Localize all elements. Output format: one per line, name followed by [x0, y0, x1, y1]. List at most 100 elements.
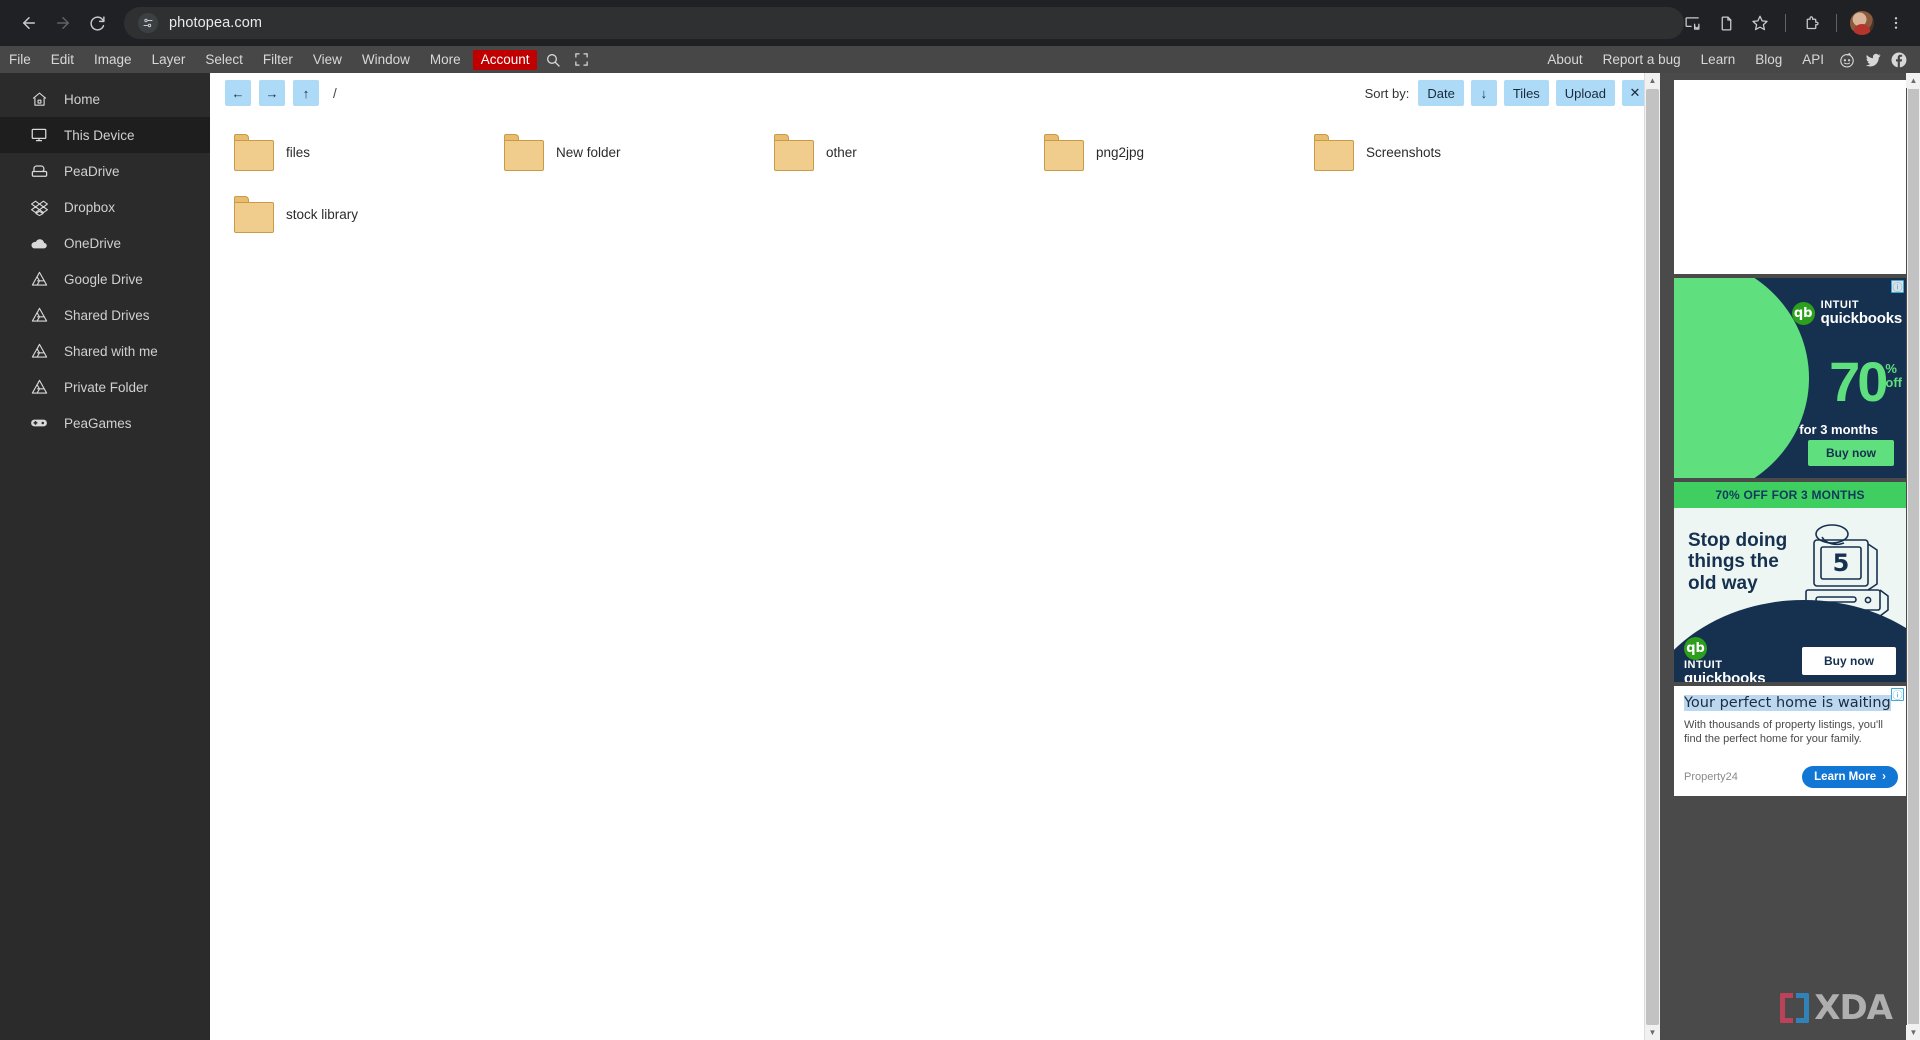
- scrollbar-thumb[interactable]: [1908, 89, 1919, 1024]
- sidebar-item-peadrive[interactable]: PeaDrive: [0, 153, 210, 189]
- link-report-a-bug[interactable]: Report a bug: [1593, 46, 1691, 73]
- sidebar-item-private-folder[interactable]: Private Folder: [0, 369, 210, 405]
- folder-name: Screenshots: [1366, 144, 1442, 160]
- blank-ad-placeholder: [1674, 80, 1906, 274]
- scroll-up-icon[interactable]: ▲: [1644, 73, 1661, 88]
- menu-edit[interactable]: Edit: [41, 46, 84, 73]
- menu-view[interactable]: View: [303, 46, 352, 73]
- forward-button[interactable]: →: [259, 80, 285, 106]
- ad-footer: qb INTUIT quickbooks Buy now: [1674, 636, 1906, 682]
- upload-button[interactable]: Upload: [1555, 80, 1615, 106]
- search-icon[interactable]: [539, 46, 567, 73]
- address-bar-url: photopea.com: [169, 15, 263, 31]
- file-browser-panel: ← → ↑ / Sort by: Date ↓ Tiles Upload ✕ f…: [210, 73, 1661, 1040]
- photopea-menubar-right: About Report a bug Learn Blog API: [1538, 46, 1912, 73]
- quickbooks-discount-ad[interactable]: qb INTUIT quickbooks 70 % off for 3 mont…: [1674, 278, 1906, 478]
- reload-icon[interactable]: [80, 6, 114, 40]
- back-arrow-icon[interactable]: [12, 6, 46, 40]
- scroll-down-icon[interactable]: ▼: [1905, 1025, 1920, 1040]
- discount-duration: for 3 months: [1799, 422, 1878, 437]
- menu-filter[interactable]: Filter: [253, 46, 303, 73]
- tune-icon[interactable]: [138, 13, 158, 33]
- sidebar-item-peagames[interactable]: PeaGames: [0, 405, 210, 441]
- ad-slot-quickbooks-oldway[interactable]: 70% OFF FOR 3 MONTHS Stop doing things t…: [1674, 482, 1906, 682]
- ad-rail-scrollbar[interactable]: ▲ ▼: [1905, 73, 1920, 1040]
- google-drive-icon: [28, 376, 50, 398]
- menu-file[interactable]: File: [0, 46, 41, 73]
- breadcrumb: /: [333, 85, 337, 101]
- ad-info-icon[interactable]: ⓘ: [1891, 280, 1904, 294]
- scrollbar-thumb[interactable]: [1646, 89, 1659, 1025]
- sidebar-item-label: PeaGames: [64, 415, 132, 431]
- photopea-menubar: File Edit Image Layer Select Filter View…: [0, 46, 1920, 73]
- scroll-down-icon[interactable]: ▼: [1644, 1025, 1661, 1040]
- folder-item[interactable]: stock library: [224, 183, 494, 245]
- extensions-puzzle-icon[interactable]: [1795, 7, 1827, 39]
- facebook-icon[interactable]: [1886, 46, 1912, 73]
- link-about[interactable]: About: [1538, 46, 1592, 73]
- link-learn[interactable]: Learn: [1691, 46, 1746, 73]
- ad-slot-blank: [1674, 76, 1906, 274]
- property24-ad[interactable]: Your perfect home is waiting With thousa…: [1674, 686, 1906, 796]
- account-button[interactable]: Account: [472, 49, 538, 70]
- buy-now-button[interactable]: Buy now: [1808, 440, 1894, 466]
- link-blog[interactable]: Blog: [1745, 46, 1792, 73]
- xda-wordmark: XDA: [1814, 988, 1893, 1028]
- sidebar-item-label: Home: [64, 91, 101, 107]
- sidebar-item-label: OneDrive: [64, 235, 122, 251]
- ad-slot-property24[interactable]: ⓘ Your perfect home is waiting With thou…: [1674, 686, 1906, 796]
- menu-layer[interactable]: Layer: [142, 46, 196, 73]
- bookmark-star-icon[interactable]: [1744, 7, 1776, 39]
- reddit-icon[interactable]: [1834, 46, 1860, 73]
- ad-brand: Property24: [1684, 771, 1738, 783]
- folder-item[interactable]: New folder: [494, 121, 764, 183]
- sidebar-item-shared-drives[interactable]: Shared Drives: [0, 297, 210, 333]
- folder-item[interactable]: other: [764, 121, 1034, 183]
- google-drive-icon: [28, 268, 50, 290]
- fullscreen-icon[interactable]: [567, 46, 595, 73]
- new-document-icon[interactable]: [1710, 7, 1742, 39]
- folder-item[interactable]: files: [224, 121, 494, 183]
- up-button[interactable]: ↑: [293, 80, 319, 106]
- sidebar-item-home[interactable]: Home: [0, 81, 210, 117]
- menu-window[interactable]: Window: [352, 46, 420, 73]
- file-sources-sidebar: Home This Device PeaDrive Dropbox OneDri…: [0, 73, 210, 1040]
- buy-now-button[interactable]: Buy now: [1802, 647, 1896, 675]
- sidebar-item-onedrive[interactable]: OneDrive: [0, 225, 210, 261]
- quickbooks-oldway-ad[interactable]: 70% OFF FOR 3 MONTHS Stop doing things t…: [1674, 482, 1906, 682]
- folder-item[interactable]: png2jpg: [1034, 121, 1304, 183]
- menu-image[interactable]: Image: [84, 46, 142, 73]
- avatar[interactable]: [1846, 7, 1878, 39]
- file-browser-scrollbar[interactable]: ▲ ▼: [1644, 73, 1661, 1040]
- menu-select[interactable]: Select: [195, 46, 253, 73]
- back-button[interactable]: ←: [225, 80, 251, 106]
- twitter-icon[interactable]: [1860, 46, 1886, 73]
- ad-slot-quickbooks-discount[interactable]: ⓘ qb INTUIT quickbooks 70 % off for 3 mo…: [1674, 278, 1906, 478]
- sidebar-item-label: This Device: [64, 127, 135, 143]
- scroll-up-icon[interactable]: ▲: [1905, 73, 1920, 88]
- google-drive-icon: [28, 304, 50, 326]
- link-api[interactable]: API: [1792, 46, 1834, 73]
- sort-field-button[interactable]: Date: [1418, 80, 1464, 106]
- menu-more[interactable]: More: [420, 46, 471, 73]
- toolbar-divider-2: [1836, 14, 1837, 32]
- sidebar-item-google-drive[interactable]: Google Drive: [0, 261, 210, 297]
- discount-percent: %: [1885, 361, 1897, 376]
- folder-item[interactable]: Screenshots: [1304, 121, 1574, 183]
- install-app-icon[interactable]: [1676, 7, 1708, 39]
- sidebar-item-dropbox[interactable]: Dropbox: [0, 189, 210, 225]
- sidebar-item-shared-with-me[interactable]: Shared with me: [0, 333, 210, 369]
- chrome-menu-icon[interactable]: [1880, 7, 1912, 39]
- sidebar-item-this-device[interactable]: This Device: [0, 117, 210, 153]
- sidebar-item-label: Shared Drives: [64, 307, 150, 323]
- sidebar-item-label: PeaDrive: [64, 163, 120, 179]
- learn-more-button[interactable]: Learn More ›: [1802, 766, 1898, 788]
- folder-name: New folder: [556, 144, 621, 160]
- sort-direction-button[interactable]: ↓: [1470, 80, 1497, 106]
- view-mode-button[interactable]: Tiles: [1503, 80, 1549, 106]
- ad-info-icon[interactable]: ⓘ: [1891, 688, 1904, 702]
- sidebar-item-label: Dropbox: [64, 199, 116, 215]
- onedrive-cloud-icon: [28, 232, 50, 254]
- forward-arrow-icon[interactable]: [46, 6, 80, 40]
- address-bar[interactable]: photopea.com: [124, 7, 1684, 39]
